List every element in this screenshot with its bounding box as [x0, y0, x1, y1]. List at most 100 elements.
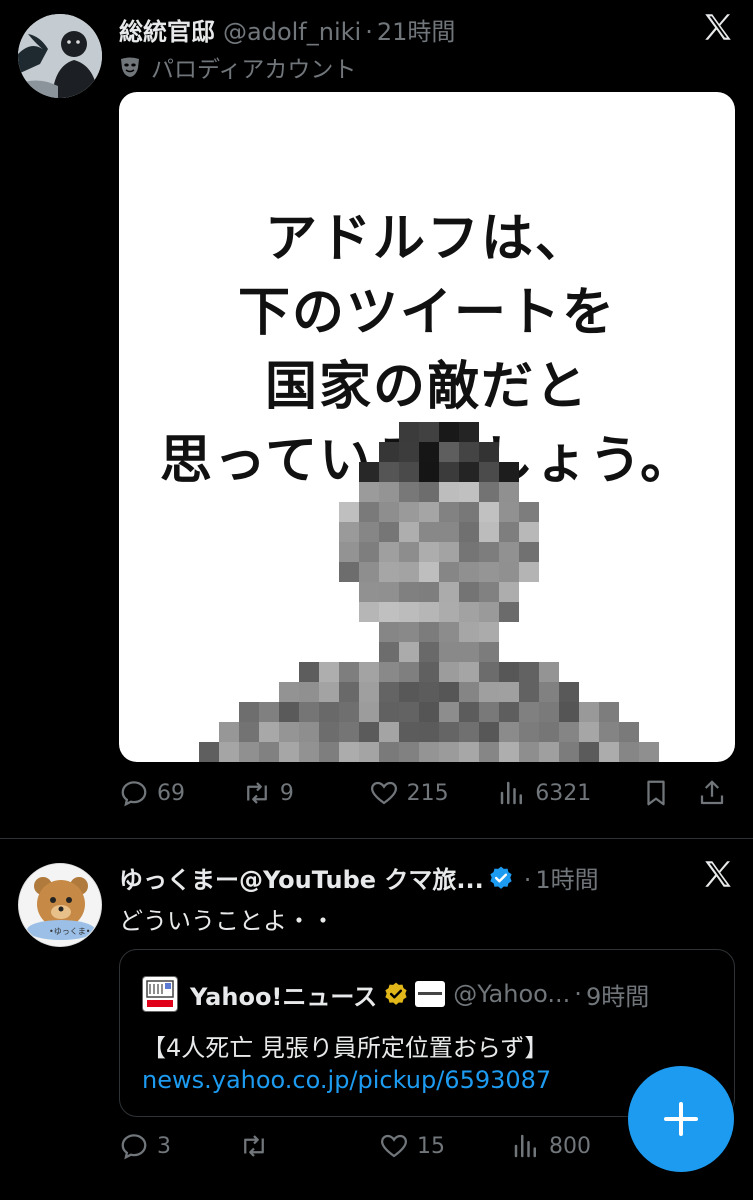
mosaic-pixel [479, 542, 499, 562]
handle[interactable]: @adolf_niki [223, 18, 361, 46]
separator: · [365, 18, 373, 46]
retweet-button[interactable] [239, 1131, 379, 1161]
parody-label: パロディアカウント [119, 50, 356, 84]
mosaic-pixel [539, 662, 559, 682]
mosaic-pixel [359, 542, 379, 562]
mosaic-pixel [319, 702, 339, 722]
timestamp[interactable]: 21時間 [377, 12, 456, 47]
quoted-display-name[interactable]: Yahoo!ニュース [190, 977, 377, 1012]
share-button[interactable] [697, 778, 735, 808]
like-button[interactable]: 15 [379, 1131, 511, 1161]
mosaic-pixel [539, 722, 559, 742]
mosaic-pixel [379, 722, 399, 742]
svg-text:•ゆっくま•: •ゆっくま• [49, 927, 90, 936]
views-button[interactable]: 6321 [497, 778, 641, 808]
mosaic-pixel [439, 602, 459, 622]
mosaic-pixel [599, 722, 619, 742]
avatar[interactable] [18, 14, 102, 98]
mosaic-pixel [419, 622, 439, 642]
mosaic-pixel [479, 682, 499, 702]
quoted-timestamp[interactable]: 9時間 [586, 977, 649, 1012]
tweet-image[interactable]: アドルフは、 下のツイートを 国家の敵だと 思っているでしょう。 [119, 92, 735, 762]
mosaic-pixel [199, 742, 219, 762]
x-logo-icon[interactable] [701, 857, 735, 891]
quoted-handle[interactable]: @Yahoo... [453, 980, 570, 1008]
mosaic-pixel [339, 682, 359, 702]
mosaic-pixel [379, 502, 399, 522]
avatar-image: •ゆっくま• [19, 864, 101, 946]
mosaic-pixel [479, 702, 499, 722]
mosaic-pixel [399, 682, 419, 702]
mosaic-pixel [479, 482, 499, 502]
timestamp[interactable]: 1時間 [535, 860, 598, 895]
mosaic-pixel [359, 702, 379, 722]
mosaic-pixel [399, 462, 419, 482]
mosaic-pixel [519, 522, 539, 542]
mosaic-pixel [459, 502, 479, 522]
mosaic-pixel [519, 742, 539, 762]
display-name[interactable]: ゆっくまー@YouTube クマ旅... [119, 860, 484, 895]
display-name[interactable]: 総統官邸 [119, 12, 215, 47]
mosaic-pixel [499, 502, 519, 522]
reply-button[interactable]: 69 [119, 778, 242, 808]
mosaic-pixel [439, 442, 459, 462]
mosaic-pixel [459, 462, 479, 482]
mosaic-pixel [559, 702, 579, 722]
mosaic-pixel [619, 722, 639, 742]
mosaic-pixel [479, 602, 499, 622]
mosaic-pixel [359, 502, 379, 522]
x-logo-icon[interactable] [701, 10, 735, 44]
mosaic-pixel [399, 522, 419, 542]
tweet[interactable]: 総統官邸 @adolf_niki · 21時間 パロディアカウント アドルフは、… [0, 0, 753, 838]
tweet-header: 総統官邸 @adolf_niki · 21時間 [119, 12, 693, 47]
reply-icon [121, 1134, 147, 1160]
avatar[interactable]: •ゆっくま• [18, 863, 102, 947]
mosaic-pixel [359, 582, 379, 602]
mosaic-pixel [379, 542, 399, 562]
reply-button[interactable]: 3 [119, 1131, 239, 1161]
bookmark-button[interactable] [641, 778, 697, 808]
compose-button[interactable] [628, 1066, 734, 1172]
mosaic-pixel [419, 422, 439, 442]
mosaic-pixel [459, 602, 479, 622]
mosaic-pixel [419, 482, 439, 502]
mosaic-pixel [419, 442, 439, 462]
mosaic-pixel [419, 702, 439, 722]
like-icon [370, 781, 397, 805]
quoted-tweet-link[interactable]: news.yahoo.co.jp/pickup/6593087 [142, 1066, 551, 1094]
avatar-image [18, 14, 102, 98]
retweet-button[interactable]: 9 [242, 778, 369, 808]
mosaic-pixel [379, 742, 399, 762]
mosaic-pixel [439, 682, 459, 702]
mosaic-pixel [339, 522, 359, 542]
mosaic-pixel [259, 702, 279, 722]
mosaic-pixel [319, 682, 339, 702]
mosaic-pixel [359, 562, 379, 582]
mosaic-pixel [519, 502, 539, 522]
mosaic-pixel [599, 702, 619, 722]
mosaic-pixel [399, 422, 419, 442]
mosaic-pixel [479, 622, 499, 642]
mosaic-pixel [519, 682, 539, 702]
mosaic-pixel [339, 662, 359, 682]
mosaic-pixel [379, 602, 399, 622]
mosaic-pixel [319, 742, 339, 762]
bookmark-icon [647, 780, 665, 806]
mosaic-pixel [419, 542, 439, 562]
mosaic-pixel [519, 702, 539, 722]
mosaic-pixel [479, 582, 499, 602]
mosaic-pixel [539, 682, 559, 702]
mosaic-pixel [339, 742, 359, 762]
mosaic-pixel [379, 642, 399, 662]
mosaic-pixel [399, 662, 419, 682]
mosaic-pixel [499, 722, 519, 742]
quoted-tweet-header: Yahoo!ニュース @Yahoo... · 9時間 [142, 976, 714, 1012]
mosaic-pixel [619, 742, 639, 762]
like-button[interactable]: 215 [369, 778, 498, 808]
mosaic-pixel [459, 662, 479, 682]
mosaic-pixel [379, 462, 399, 482]
verified-badge-icon[interactable] [488, 865, 514, 891]
mosaic-pixel [419, 522, 439, 542]
views-icon [501, 781, 523, 805]
mosaic-pixel [459, 482, 479, 502]
